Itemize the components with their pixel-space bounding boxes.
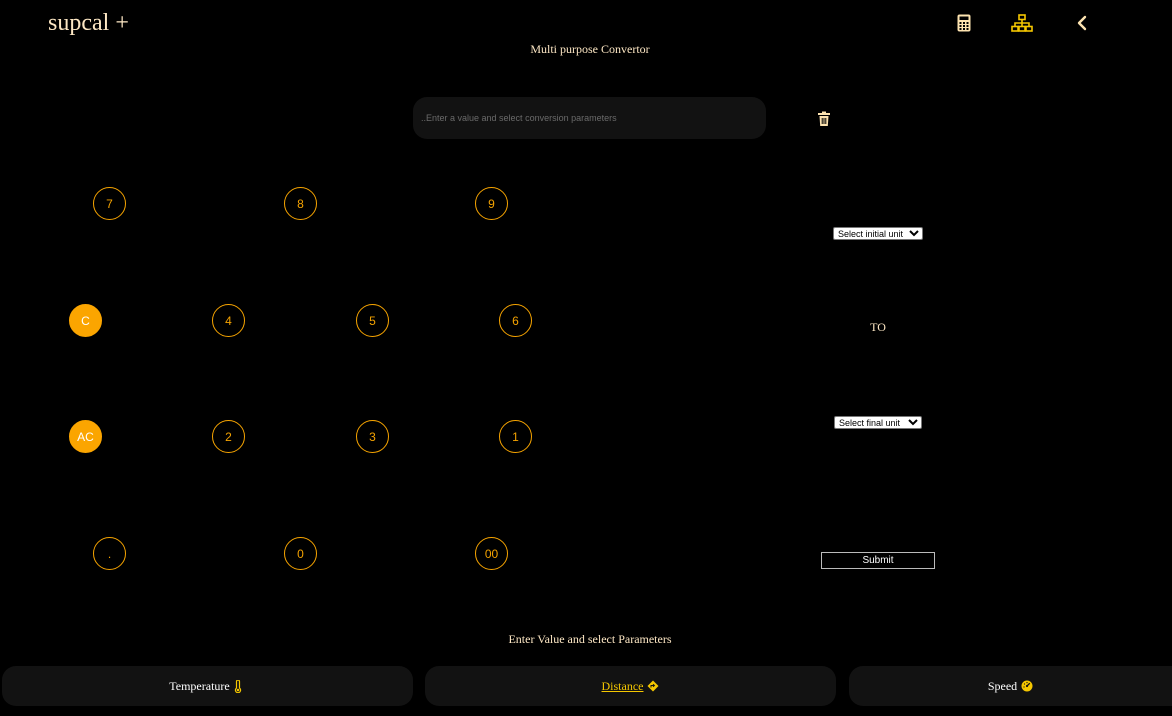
tab-speed-label: Speed	[987, 678, 1018, 693]
key-6[interactable]: 6	[499, 304, 532, 337]
clear-button[interactable]: C	[69, 304, 102, 337]
to-label: TO	[870, 320, 886, 334]
sitemap-icon[interactable]	[1011, 12, 1033, 34]
gauge-icon	[1021, 680, 1033, 692]
key-00[interactable]: 00	[475, 537, 508, 570]
initial-unit-select[interactable]: Select initial unit	[833, 227, 923, 240]
thermometer-icon	[234, 680, 246, 693]
key-3[interactable]: 3	[356, 420, 389, 453]
page-subtitle: Multi purpose Convertor	[530, 42, 650, 56]
value-input[interactable]	[413, 97, 766, 139]
key-7[interactable]: 7	[93, 187, 126, 220]
final-unit-select[interactable]: Select final unit	[834, 416, 922, 429]
key-2[interactable]: 2	[212, 420, 245, 453]
key-8[interactable]: 8	[284, 187, 317, 220]
app-frame: supcal + Multi purpose Convertor ..Enter…	[0, 0, 1172, 716]
key-decimal[interactable]: .	[93, 537, 126, 570]
tab-speed[interactable]: Speed	[849, 666, 1172, 706]
key-9[interactable]: 9	[475, 187, 508, 220]
tab-temperature[interactable]: Temperature	[2, 666, 413, 706]
key-1[interactable]: 1	[499, 420, 532, 453]
key-5[interactable]: 5	[356, 304, 389, 337]
tab-temperature-label: Temperature	[169, 678, 230, 693]
instruction-text: Enter Value and select Parameters	[508, 632, 672, 646]
key-0[interactable]: 0	[284, 537, 317, 570]
app-brand: supcal +	[48, 10, 129, 36]
trash-icon[interactable]	[817, 111, 831, 127]
chevron-left-icon[interactable]	[1071, 12, 1093, 34]
tab-distance-label: Distance	[601, 678, 644, 693]
all-clear-button[interactable]: AC	[69, 420, 102, 453]
key-4[interactable]: 4	[212, 304, 245, 337]
calculator-icon[interactable]	[953, 12, 975, 34]
tab-distance[interactable]: Distance	[425, 666, 836, 706]
diamond-direction-icon	[647, 680, 659, 692]
submit-button[interactable]: Submit	[821, 552, 935, 569]
